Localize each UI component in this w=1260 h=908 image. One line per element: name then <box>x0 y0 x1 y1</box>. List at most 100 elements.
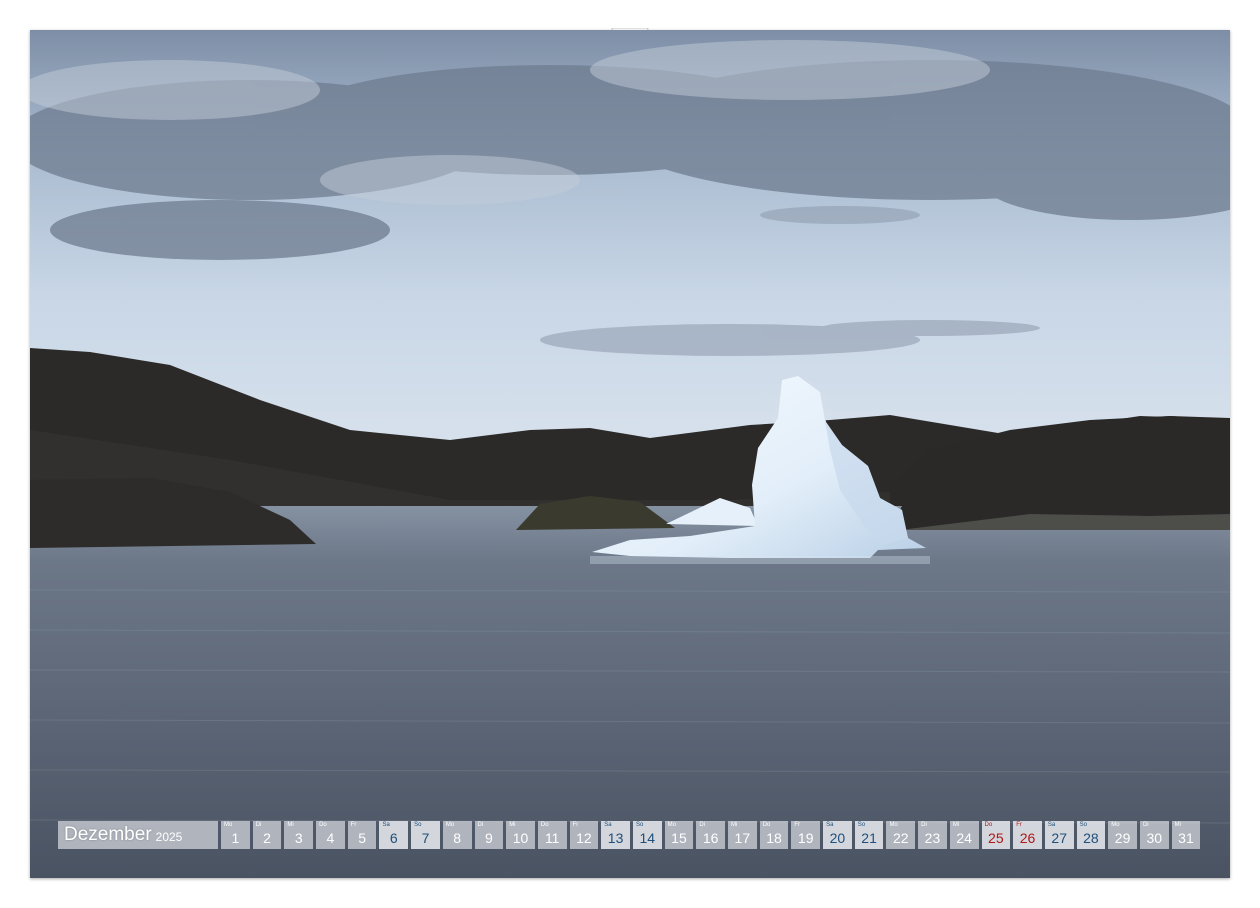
day-grid: Mo 1 Di 2 Mi 3 Do 4 Fr 5 Sa 6 So 7 Mo 8 Di 9 Mi 10 Do 11 Fr 12 S… <box>221 821 1201 849</box>
weekday-label: Di <box>477 822 484 828</box>
day-cell: Fr 12 <box>569 821 599 849</box>
weekday-label: Fr <box>572 822 579 828</box>
day-cell: Do 4 <box>316 821 345 849</box>
weekday-label: Sa <box>604 822 612 828</box>
weekday-label: Mi <box>1174 822 1181 828</box>
day-cell: Mi 3 <box>284 821 314 849</box>
day-cell: Do 25 <box>981 821 1011 849</box>
day-number: 28 <box>1083 830 1099 846</box>
weekday-label: Mo <box>889 822 898 828</box>
weekday-label: Mi <box>509 822 516 828</box>
weekday-label: Mi <box>731 822 738 828</box>
weekday-label: Mi <box>287 822 294 828</box>
weekday-label: Do <box>984 822 993 828</box>
calendar-month-strip: Dezember 2025 Mo 1 Di 2 Mi 3 Do 4 Fr 5 Sa 6 So 7 Mo 8 Di… <box>58 821 1201 849</box>
day-number: 22 <box>892 830 909 846</box>
day-cell: Fr 5 <box>347 821 377 849</box>
day-number: 25 <box>988 830 1004 846</box>
day-number: 24 <box>956 830 972 846</box>
day-cell: Fr 26 <box>1013 821 1042 849</box>
day-cell: Sa 27 <box>1044 821 1074 849</box>
day-number: 23 <box>924 830 941 846</box>
month-label: Dezember 2025 <box>58 821 218 849</box>
weekday-label: Mo <box>445 822 455 828</box>
day-number: 5 <box>358 830 366 846</box>
day-number: 8 <box>453 830 462 846</box>
weekday-label: So <box>635 822 644 828</box>
day-number: 4 <box>326 830 335 846</box>
weekday-label: So <box>857 822 866 828</box>
day-number: 21 <box>861 830 877 846</box>
day-number: 11 <box>544 830 560 846</box>
day-cell: So 7 <box>411 821 440 849</box>
day-cell: Mi 17 <box>728 821 757 849</box>
weekday-label: Fr <box>1016 822 1022 828</box>
day-cell: Mi 24 <box>949 821 979 849</box>
day-cell: Mo 15 <box>664 821 694 849</box>
day-cell: Sa 13 <box>601 821 630 849</box>
day-number: 30 <box>1146 830 1163 846</box>
day-number: 2 <box>263 830 271 846</box>
day-number: 7 <box>421 830 430 846</box>
day-number: 9 <box>484 830 493 846</box>
day-number: 3 <box>294 830 303 846</box>
day-number: 16 <box>702 830 719 846</box>
day-cell: Di 2 <box>252 821 282 849</box>
weekday-label: Di <box>1142 822 1149 828</box>
day-cell: So 14 <box>632 821 662 849</box>
day-number: 31 <box>1178 830 1194 846</box>
day-number: 29 <box>1114 830 1131 846</box>
iceberg-landscape-image <box>30 30 1230 878</box>
day-cell: Do 18 <box>759 821 789 849</box>
weekday-label: Mo <box>224 822 233 828</box>
weekday-label: Di <box>699 822 705 828</box>
weekday-label: Fr <box>794 822 801 828</box>
weekday-label: Sa <box>1047 822 1056 828</box>
day-cell: Fr 19 <box>791 821 821 849</box>
day-number: 10 <box>512 830 529 846</box>
weekday-label: Do <box>319 822 327 828</box>
calendar-photo <box>30 30 1230 878</box>
day-number: 12 <box>576 830 592 846</box>
day-number: 13 <box>607 830 624 846</box>
day-number: 18 <box>766 830 782 846</box>
weekday-label: Mo <box>667 822 676 828</box>
weekday-label: Mo <box>1111 822 1120 828</box>
year-label: 2025 <box>155 830 183 844</box>
day-number: 1 <box>231 830 240 846</box>
day-cell: Mo 1 <box>221 821 250 849</box>
day-cell: Mi 10 <box>506 821 535 849</box>
day-cell: So 28 <box>1076 821 1106 849</box>
weekday-label: So <box>414 822 422 828</box>
day-cell: Mi 31 <box>1171 821 1201 849</box>
weekday-label: So <box>1079 822 1087 828</box>
day-cell: Do 11 <box>537 821 567 849</box>
weekday-label: Do <box>540 822 549 828</box>
day-cell: Di 23 <box>918 821 947 849</box>
weekday-label: Fr <box>350 822 357 828</box>
day-cell: Di 30 <box>1139 821 1169 849</box>
day-cell: Mo 29 <box>1108 821 1137 849</box>
day-cell: Di 16 <box>696 821 725 849</box>
day-number: 26 <box>1019 830 1036 846</box>
day-cell: Sa 6 <box>379 821 409 849</box>
weekday-label: Mi <box>952 822 960 828</box>
weekday-label: Di <box>921 822 927 828</box>
day-number: 20 <box>829 830 846 846</box>
day-cell: Mo 22 <box>886 821 916 849</box>
day-number: 19 <box>797 830 814 846</box>
day-number: 6 <box>389 830 398 846</box>
day-number: 14 <box>639 830 656 846</box>
day-number: 17 <box>734 830 751 846</box>
day-cell: So 21 <box>854 821 884 849</box>
weekday-label: Sa <box>382 822 390 828</box>
weekday-label: Di <box>255 822 262 828</box>
day-cell: Di 9 <box>474 821 504 849</box>
day-cell: Sa 20 <box>823 821 852 849</box>
day-number: 27 <box>1051 830 1067 846</box>
weekday-label: Sa <box>826 822 834 828</box>
weekday-label: Do <box>762 822 771 828</box>
day-cell: Mo 8 <box>442 821 472 849</box>
day-number: 15 <box>671 830 687 846</box>
month-name: Dezember <box>64 824 152 845</box>
